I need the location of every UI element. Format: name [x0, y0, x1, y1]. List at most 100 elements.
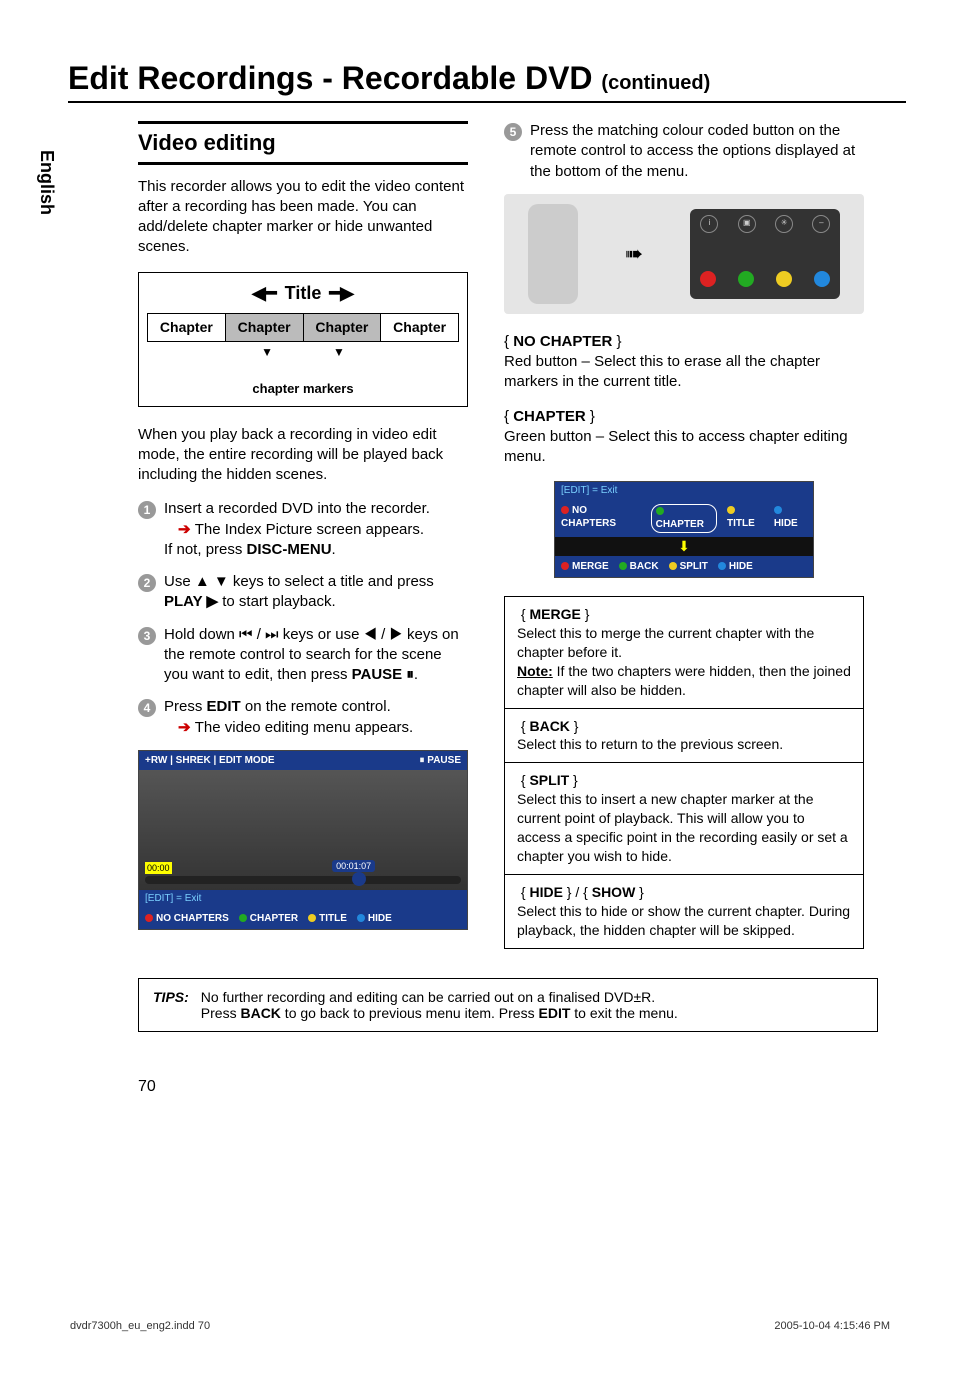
system-icon: ▣: [738, 215, 756, 233]
tips-label: TIPS:: [153, 989, 189, 1021]
chapter-cell: Chapter: [225, 314, 303, 341]
chapter-block: { CHAPTER } Green button – Select this t…: [504, 407, 864, 468]
def-hide-show: { HIDE } / { SHOW } Select this to hide …: [504, 874, 864, 949]
tips-line2-post: to exit the menu.: [570, 1005, 677, 1021]
def-text: Select this to merge the current chapter…: [517, 625, 814, 660]
osd-opt: HIDE: [368, 913, 392, 924]
chapter-cell: Chapter: [148, 314, 225, 341]
osd-top-right: ⏸ PAUSE: [420, 754, 462, 768]
step-text: Insert a recorded DVD into the recorder.: [164, 500, 430, 517]
tv-icon: i ▣ ✳ –: [690, 209, 840, 299]
osd-time-current: 00:01:07: [332, 860, 375, 872]
title-continued: (continued): [601, 72, 710, 94]
no-chapter-block: { NO CHAPTER } Red button – Select this …: [504, 332, 864, 393]
red-dot-icon: [700, 271, 716, 287]
title-chapter-diagram: ◀━ Title ━▶ Chapter Chapter Chapter Chap…: [138, 272, 468, 407]
footer-meta: dvdr7300h_eu_eng2.indd 70 2005-10-04 4:1…: [70, 1320, 890, 1332]
step-number: 3: [138, 627, 156, 645]
green-dot-icon: [619, 562, 627, 570]
diagram-title-label: Title: [285, 281, 322, 305]
tips-line2-pre: Press: [201, 1005, 241, 1021]
blue-dot-icon: [814, 271, 830, 287]
no-chapter-label: NO CHAPTER: [513, 333, 612, 350]
red-dot-icon: [561, 506, 569, 514]
chevron-down-icon: ▼: [261, 344, 273, 360]
no-chapter-text: Red button – Select this to erase all th…: [504, 353, 820, 390]
step-number: 1: [138, 501, 156, 519]
def-label: SPLIT: [529, 772, 569, 788]
footer-timestamp: 2005-10-04 4:15:46 PM: [774, 1320, 890, 1332]
step-2: 2 Use ▲ ▼ keys to select a title and pre…: [138, 572, 468, 613]
right-column: 5 Press the matching colour coded button…: [504, 121, 864, 948]
osd-opt: NO CHAPTERS: [156, 913, 229, 924]
title-main: Edit Recordings - Recordable DVD: [68, 60, 601, 96]
step-number: 4: [138, 699, 156, 717]
left-column: Video editing This recorder allows you t…: [138, 121, 468, 948]
osd-opt: TITLE: [319, 913, 347, 924]
chapter-cell: Chapter: [303, 314, 381, 341]
osd-opt: CHAPTER: [250, 913, 298, 924]
footer-file: dvdr7300h_eu_eng2.indd 70: [70, 1320, 210, 1332]
step-4: 4 Press EDIT on the remote control. The …: [138, 697, 468, 738]
osd-opt: SPLIT: [680, 561, 708, 572]
chapter-label: CHAPTER: [513, 408, 586, 425]
step-5: 5 Press the matching colour coded button…: [504, 121, 864, 182]
remote-to-tv-graphic: ➠ i ▣ ✳ –: [504, 194, 864, 314]
green-dot-icon: [738, 271, 754, 287]
def-text: Select this to insert a new chapter mark…: [517, 791, 848, 864]
after-diagram-paragraph: When you play back a recording in video …: [138, 425, 468, 486]
osd-opt: NO CHAPTERS: [561, 505, 616, 530]
yellow-dot-icon: [727, 506, 735, 514]
tips-b2: EDIT: [539, 1005, 571, 1021]
intro-paragraph: This recorder allows you to edit the vid…: [138, 177, 468, 258]
step-post: on the remote control.: [241, 698, 391, 715]
osd-opt: CHAPTER: [656, 519, 704, 530]
step-bold: EDIT: [207, 698, 241, 715]
tips-box: TIPS: No further recording and editing c…: [138, 978, 878, 1032]
yellow-dot-icon: [308, 914, 316, 922]
title-rule: [68, 101, 906, 103]
arrow-right-icon: ➠: [625, 239, 643, 269]
step-text: Press the matching colour coded button o…: [530, 122, 855, 180]
note-text: If the two chapters were hidden, then th…: [517, 663, 851, 698]
blue-dot-icon: [718, 562, 726, 570]
def-back: { BACK } Select this to return to the pr…: [504, 708, 864, 764]
language-tab: English: [36, 150, 57, 215]
def-label: BACK: [529, 718, 569, 734]
page-number: 70: [138, 1078, 156, 1096]
osd-opt: TITLE: [727, 518, 755, 529]
def-merge: { MERGE } Select this to merge the curre…: [504, 596, 864, 708]
chapter-markers-label: chapter markers: [147, 380, 459, 398]
osd-opt: MERGE: [572, 561, 609, 572]
step-post: .: [414, 666, 418, 683]
osd-top-left: +RW | SHREK | EDIT MODE: [145, 754, 275, 768]
red-dot-icon: [145, 914, 153, 922]
arrow-left-icon: ◀━: [252, 281, 277, 305]
def-label-hide: HIDE: [529, 884, 562, 900]
tips-line1: No further recording and editing can be …: [201, 989, 655, 1005]
step-extra-post: .: [332, 541, 336, 558]
page-title: Edit Recordings - Recordable DVD (contin…: [68, 60, 906, 97]
def-text: Select this to return to the previous sc…: [517, 736, 783, 752]
step-extra-pre: If not, press: [164, 541, 247, 558]
osd-exit-hint: [EDIT] = Exit: [139, 890, 467, 908]
step-3: 3 Hold down ⏮ / ⏭ keys or use ◀ / ▶ keys…: [138, 625, 468, 686]
red-dot-icon: [561, 562, 569, 570]
blue-dot-icon: [357, 914, 365, 922]
step-result: The video editing menu appears.: [164, 719, 413, 736]
tvvol-icon: –: [812, 215, 830, 233]
osd-edit-menu: +RW | SHREK | EDIT MODE ⏸ PAUSE 00:00 00…: [138, 750, 468, 931]
remote-icon: [528, 204, 578, 304]
mute-icon: ✳: [775, 215, 793, 233]
blue-dot-icon: [774, 506, 782, 514]
tips-b1: BACK: [240, 1005, 280, 1021]
step-text: Use ▲ ▼ keys to select a title and press: [164, 573, 434, 590]
chapter-row: Chapter Chapter Chapter Chapter: [147, 313, 459, 342]
chevron-down-icon: ▼: [333, 344, 345, 360]
step-result: The Index Picture screen appears.: [164, 521, 424, 538]
note-label: Note:: [517, 663, 553, 679]
osd-time-start: 00:00: [145, 862, 172, 874]
arrow-down-icon: ⬇: [555, 537, 813, 556]
info-icon: i: [700, 215, 718, 233]
step-bold: PLAY ▶: [164, 593, 218, 610]
